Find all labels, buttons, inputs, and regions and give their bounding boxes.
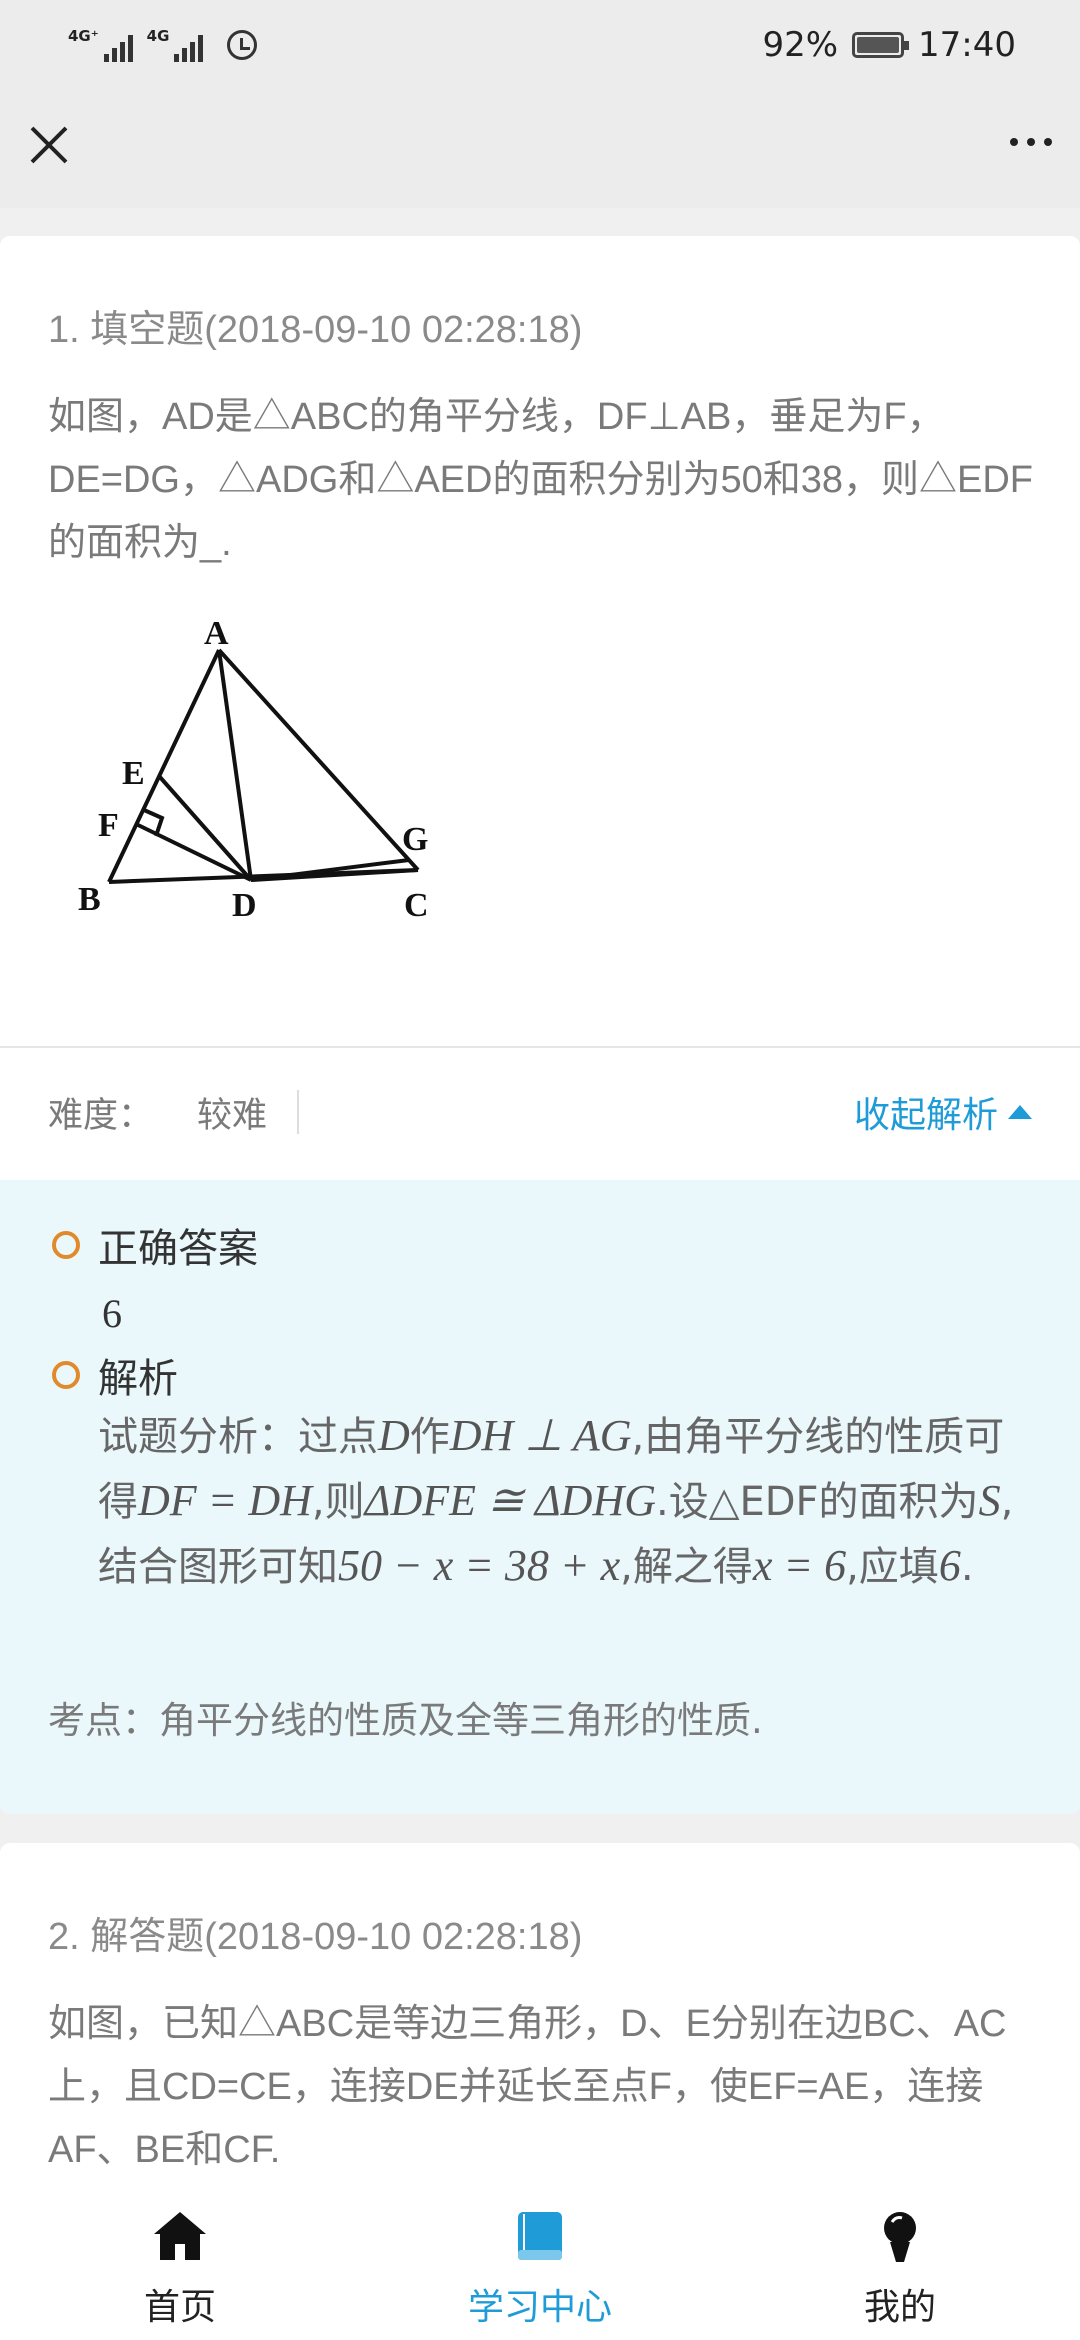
math-expression: DH ⊥ AG	[449, 1411, 632, 1460]
tab-profile-label: 我的	[863, 2287, 936, 2328]
tab-learning-center[interactable]: 学习中心	[360, 2190, 720, 2340]
difficulty-label: 难度：	[48, 1095, 154, 1136]
question-text: 如图，AD是△ABC的角平分线，DF⊥AB，垂足为F，DE=DG，△ADG和△A…	[48, 396, 1033, 564]
answer-title: 正确答案	[98, 1226, 258, 1272]
home-icon	[154, 2212, 206, 2260]
label-G: G	[402, 821, 428, 858]
analysis-fragment: .设△EDF的面积为	[656, 1479, 979, 1525]
math-expression: S	[978, 1476, 1001, 1525]
math-expression: DF = DH	[138, 1476, 312, 1525]
analysis-fragment: 作	[409, 1414, 450, 1460]
tab-profile[interactable]: 我的	[720, 2190, 1080, 2340]
math-expression: 50 − x = 38 + x	[338, 1541, 621, 1590]
clock: 17:40	[918, 25, 1016, 65]
label-D: D	[232, 887, 257, 924]
label-E: E	[122, 755, 145, 792]
tab-home[interactable]: 首页	[0, 2190, 360, 2340]
label-B: B	[78, 881, 101, 918]
bullet-circle-icon	[52, 1361, 80, 1389]
nav-bar	[0, 90, 1080, 208]
separator	[297, 1090, 300, 1134]
book-icon	[518, 2212, 562, 2260]
tab-home-label: 首页	[143, 2287, 216, 2328]
question-card: 2. 解答题(2018-09-10 02:28:18) 如图，已知△ABC是等边…	[0, 1843, 1080, 2223]
divider	[0, 1046, 1080, 1048]
question-text: 如图，已知△ABC是等边三角形，D、E分别在边BC、AC上，且CD=CE，连接D…	[48, 2003, 1007, 2171]
collapse-analysis-label: 收起解析	[853, 1095, 998, 1136]
math-expression: 6	[938, 1541, 961, 1590]
label-F: F	[98, 807, 119, 844]
question-header: 1. 填空题(2018-09-10 02:28:18)	[48, 309, 583, 351]
collapse-analysis-button[interactable]: 收起解析	[854, 1086, 1032, 1138]
math-expression: D	[378, 1411, 410, 1460]
close-icon[interactable]	[26, 122, 72, 168]
signal-icon: 4G	[147, 28, 204, 62]
analysis-text: 试题分析：过点D作DH ⊥ AG,由角平分线的性质可得DF = DH,则ΔDFE…	[98, 1404, 1038, 1599]
question-header: 2. 解答题(2018-09-10 02:28:18)	[48, 1916, 583, 1958]
answer-value: 6	[102, 1291, 122, 1336]
analysis-fragment: .	[960, 1544, 974, 1590]
status-bar: 4G⁺ 4G 92% 17:40	[0, 0, 1080, 90]
analysis-fragment: ,应填	[846, 1544, 939, 1590]
math-expression: x = 6	[752, 1541, 847, 1590]
analysis-title: 解析	[98, 1356, 178, 1402]
battery-percent: 92%	[762, 25, 839, 65]
status-indicators: 4G⁺ 4G	[68, 28, 258, 62]
bottom-tab-bar: 首页 学习中心 我的	[0, 2190, 1080, 2340]
more-options-icon[interactable]	[1010, 138, 1052, 146]
alarm-icon	[227, 30, 258, 60]
network-type-label: 4G	[146, 27, 170, 45]
label-A: A	[204, 615, 229, 652]
analysis-fragment: ,则	[311, 1479, 365, 1525]
profile-icon	[884, 2212, 916, 2262]
analysis-fragment: 试题分析：过点	[98, 1414, 378, 1460]
signal-icon: 4G⁺	[68, 28, 133, 62]
answer-section: 正确答案	[52, 1216, 258, 1274]
knowledge-point: 考点：角平分线的性质及全等三角形的性质.	[48, 1699, 763, 1742]
math-expression: ΔDFE ≅ ΔDHG	[364, 1476, 656, 1525]
tab-learning-center-label: 学习中心	[467, 2287, 612, 2328]
geometry-figure: A E F G B D C	[78, 615, 429, 924]
network-type-label: 4G⁺	[68, 27, 99, 45]
analysis-fragment: ,解之得	[620, 1544, 753, 1590]
battery-icon	[852, 32, 910, 58]
analysis-section: 解析	[52, 1346, 178, 1404]
status-right: 92% 17:40	[762, 25, 1016, 65]
difficulty-row: 难度： 较难 收起解析	[48, 1085, 1032, 1139]
difficulty-value: 较难	[197, 1095, 268, 1136]
chevron-up-icon	[1008, 1105, 1032, 1119]
bullet-circle-icon	[52, 1231, 80, 1259]
label-C: C	[404, 887, 429, 924]
